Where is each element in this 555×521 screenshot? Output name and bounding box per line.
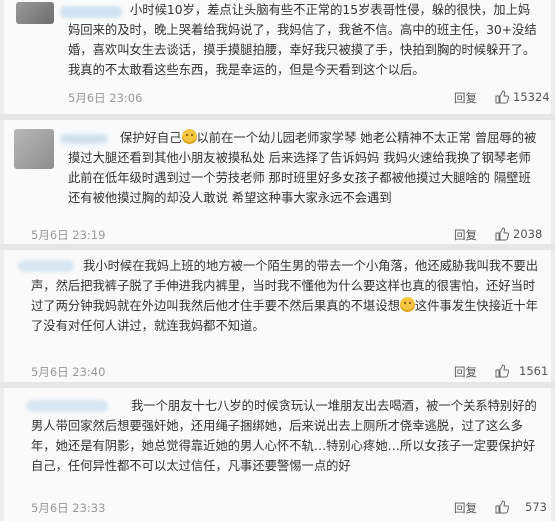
like-count: 15324 — [513, 90, 550, 104]
reply-button[interactable]: 回复 — [454, 90, 477, 106]
like-count: 2038 — [513, 227, 543, 241]
comment-text-content: 小时候10岁，差点让头脑有些不正常的15岁表哥性侵，躲的很快，加上妈妈回来的及时… — [68, 3, 537, 77]
emoji-icon — [181, 129, 197, 144]
comment-time: 5月6日 23:40 — [31, 365, 106, 379]
comment-text: 我一个朋友十七八岁的时候贪玩认一堆朋友出去喝酒，被一个关系特别好的男人带回家然后… — [31, 396, 543, 476]
avatar[interactable] — [14, 129, 54, 169]
like-icon[interactable] — [495, 227, 509, 241]
comment-time: 5月6日 23:06 — [68, 91, 143, 105]
like-icon[interactable] — [495, 364, 509, 378]
comment-card: 小时候10岁，差点让头脑有些不正常的15岁表哥性侵，躲的很快，加上妈妈回来的及时… — [4, 0, 551, 114]
avatar[interactable] — [16, 2, 54, 24]
reply-button[interactable]: 回复 — [454, 227, 477, 243]
emoji-icon — [399, 297, 415, 312]
like-icon[interactable] — [495, 500, 509, 514]
like-icon[interactable] — [495, 90, 509, 104]
like-count: 573 — [525, 500, 547, 514]
reply-button[interactable]: 回复 — [454, 500, 477, 516]
comment-card: 我一个朋友十七八岁的时候贪玩认一堆朋友出去喝酒，被一个关系特别好的男人带回家然后… — [4, 388, 551, 521]
comment-text: 小时候10岁，差点让头脑有些不正常的15岁表哥性侵，躲的很快，加上妈妈回来的及时… — [68, 0, 542, 80]
comment-card: 保护好自己 以前在一个幼儿园老师家学琴 她老公精神不太正常 曾屈辱的被摸过大腿还看… — [4, 120, 551, 244]
comment-time: 5月6日 23:19 — [31, 228, 106, 242]
comment-time: 5月6日 23:33 — [31, 501, 106, 515]
comment-text-part: 保护好自己 — [120, 131, 182, 145]
comment-text: 我小时候在我妈上班的地方被一个陌生男的带去一个小角落，他还威胁我叫我不要出声，然… — [31, 256, 543, 336]
comment-text: 保护好自己 以前在一个幼儿园老师家学琴 她老公精神不太正常 曾屈辱的被摸过大腿还看… — [68, 128, 542, 208]
comment-text-content: 我一个朋友十七八岁的时候贪玩认一堆朋友出去喝酒，被一个关系特别好的男人带回家然后… — [31, 399, 537, 473]
comment-card: 我小时候在我妈上班的地方被一个陌生男的带去一个小角落，他还威胁我叫我不要出声，然… — [4, 250, 551, 382]
like-count: 1561 — [519, 364, 549, 378]
reply-button[interactable]: 回复 — [454, 364, 477, 380]
